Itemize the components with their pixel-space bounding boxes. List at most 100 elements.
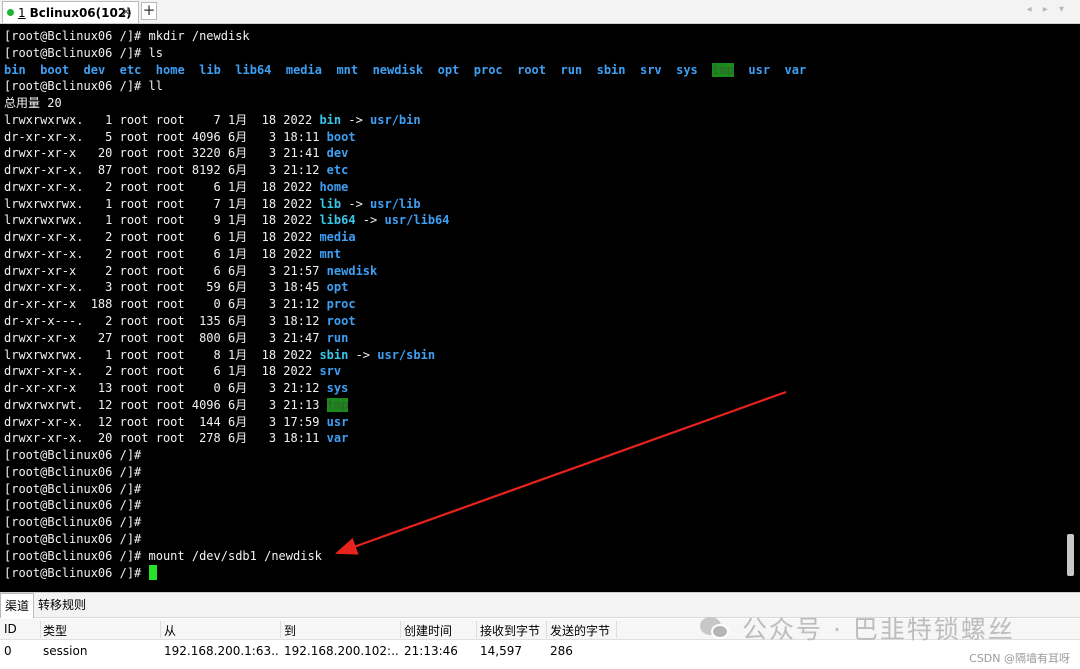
file-name: bin <box>319 112 342 127</box>
file-name: lib64 <box>319 213 356 228</box>
link-arrow: -> <box>341 196 371 211</box>
col-to-header[interactable]: 到 <box>284 622 400 639</box>
file-meta: drwxr-xr-x 20 root root 3220 6月 3 21:41 <box>4 146 327 161</box>
command-text: mount /dev/sdb1 /newdisk <box>148 548 322 563</box>
col-received-header[interactable]: 接收到字节 <box>480 622 546 639</box>
ls-entry: lib <box>199 62 221 77</box>
ls-entry: sbin <box>596 62 626 77</box>
link-target: usr/lib <box>370 196 421 211</box>
new-tab-button[interactable]: + <box>141 2 157 20</box>
terminal-scrollbar[interactable] <box>1062 24 1080 592</box>
ll-row: lrwxrwxrwx. 1 root root 9 1月 18 2022 lib… <box>4 212 806 229</box>
cell-received: 14,597 <box>480 644 522 658</box>
cell-to: 192.168.200.102:... <box>284 644 400 658</box>
prompt: [root@Bclinux06 /]# <box>4 464 149 479</box>
column-divider[interactable] <box>476 621 477 638</box>
ls-entry: opt <box>437 62 460 77</box>
column-divider[interactable] <box>400 621 401 638</box>
col-type-header[interactable]: 类型 <box>43 622 161 639</box>
prompt-line-mkdir: [root@Bclinux06 /]# mkdir /newdisk <box>4 28 806 45</box>
col-created-header[interactable]: 创建时间 <box>404 622 476 639</box>
link-target: usr/sbin <box>377 347 436 362</box>
file-name: opt <box>326 280 349 295</box>
ll-row: dr-xr-xr-x 188 root root 0 6月 3 21:12 pr… <box>4 296 806 313</box>
col-sent-header[interactable]: 发送的字节 <box>550 622 620 639</box>
ls-entry: srv <box>639 62 662 77</box>
prompt-line-ll: [root@Bclinux06 /]# ll <box>4 78 806 95</box>
link-target: usr/lib64 <box>384 213 450 228</box>
ls-entry: boot <box>40 62 70 77</box>
file-meta: drwxr-xr-x. 3 root root 59 6月 3 18:45 <box>4 280 327 295</box>
file-name: sbin <box>319 347 349 362</box>
file-name: srv <box>319 364 342 379</box>
column-divider[interactable] <box>160 621 161 638</box>
close-tab-icon[interactable]: × <box>120 4 132 20</box>
session-tab-bar: 1 Bclinux06(102) × + ◂ ▸ ▾ <box>0 0 1080 24</box>
terminal-cursor <box>148 564 157 580</box>
file-name: dev <box>326 146 349 161</box>
tab-nav-arrows-icon[interactable]: ◂ ▸ ▾ <box>1027 4 1068 15</box>
prompt-line-empty: [root@Bclinux06 /]# <box>4 531 806 548</box>
command-text: ls <box>148 45 163 60</box>
ll-row: drwxr-xr-x. 2 root root 6 1月 18 2022 hom… <box>4 179 806 196</box>
column-divider[interactable] <box>280 621 281 638</box>
file-meta: drwxr-xr-x. 87 root root 8192 6月 3 21:12 <box>4 163 327 178</box>
ll-row: drwxr-xr-x. 20 root root 278 6月 3 18:11 … <box>4 430 806 447</box>
link-arrow: -> <box>355 213 385 228</box>
column-divider[interactable] <box>616 621 617 638</box>
cell-type: session <box>43 644 88 658</box>
ls-entry: dev <box>83 62 106 77</box>
tab-number: 1 <box>18 5 26 20</box>
ll-row: lrwxrwxrwx. 1 root root 7 1月 18 2022 bin… <box>4 112 806 129</box>
ll-row: drwxr-xr-x. 2 root root 6 1月 18 2022 mnt <box>4 246 806 263</box>
file-name: usr <box>326 414 349 429</box>
file-name: home <box>319 179 349 194</box>
ls-entry: media <box>285 62 322 77</box>
ll-row: drwxr-xr-x 27 root root 800 6月 3 21:47 r… <box>4 330 806 347</box>
file-meta: drwxr-xr-x 27 root root 800 6月 3 21:47 <box>4 330 327 345</box>
command-text: mkdir /newdisk <box>148 29 250 43</box>
command-text: ll <box>148 79 163 94</box>
prompt-line-ls: [root@Bclinux06 /]# ls <box>4 45 806 62</box>
prompt-line-empty: [root@Bclinux06 /]# <box>4 447 806 464</box>
tab-forwarding-rules[interactable]: 转移规则 <box>34 593 90 618</box>
session-tab[interactable]: 1 Bclinux06(102) × <box>2 1 139 23</box>
file-meta: drwxr-xr-x. 2 root root 6 1月 18 2022 <box>4 364 320 379</box>
cell-created: 21:13:46 <box>404 644 458 658</box>
file-meta: dr-xr-x---. 2 root root 135 6月 3 18:12 <box>4 314 327 329</box>
file-meta: drwxr-xr-x. 20 root root 278 6月 3 18:11 <box>4 431 327 446</box>
file-meta: lrwxrwxrwx. 1 root root 7 1月 18 2022 <box>4 196 320 211</box>
col-from-header[interactable]: 从 <box>164 622 280 639</box>
tab-title: Bclinux06(102) <box>29 5 132 20</box>
column-divider[interactable] <box>40 621 41 638</box>
csdn-credit: CSDN @隔墙有耳呀 <box>969 652 1070 665</box>
wechat-icon <box>700 616 730 640</box>
file-name: lib <box>319 196 342 211</box>
ls-entry: mnt <box>336 62 359 77</box>
scrollbar-thumb[interactable] <box>1067 534 1074 576</box>
ls-entry: newdisk <box>372 62 424 77</box>
terminal-screen[interactable]: [root@Bclinux06 /]# mkdir /newdisk [root@… <box>0 24 1080 592</box>
prompt-line-empty: [root@Bclinux06 /]# <box>4 497 806 514</box>
tab-channels[interactable]: 渠道 <box>0 592 35 618</box>
prompt: [root@Bclinux06 /]# <box>4 481 149 496</box>
ls-entry: tmp <box>712 62 734 77</box>
ls-entry: run <box>560 62 583 77</box>
prompt: [root@Bclinux06 /]# <box>4 448 149 463</box>
wechat-watermark: 公众号 · 巴韭特锁螺丝 <box>700 610 1015 646</box>
prompt: [root@Bclinux06 /]# <box>4 531 149 546</box>
file-meta: lrwxrwxrwx. 1 root root 7 1月 18 2022 <box>4 112 320 127</box>
cell-sent: 286 <box>550 644 573 658</box>
file-meta: drwxr-xr-x. 12 root root 144 6月 3 17:59 <box>4 414 327 429</box>
ls-entry: proc <box>473 62 503 77</box>
ls-entry: bin <box>4 62 26 77</box>
link-arrow: -> <box>341 112 371 127</box>
ls-entry: var <box>784 62 807 77</box>
ll-row: dr-xr-x---. 2 root root 135 6月 3 18:12 r… <box>4 313 806 330</box>
col-id-header[interactable]: ID <box>4 622 40 636</box>
file-name: root <box>326 314 356 329</box>
column-divider[interactable] <box>546 621 547 638</box>
file-name: run <box>326 330 349 345</box>
ll-row: drwxr-xr-x 2 root root 6 6月 3 21:57 newd… <box>4 263 806 280</box>
ll-row: lrwxrwxrwx. 1 root root 7 1月 18 2022 lib… <box>4 196 806 213</box>
